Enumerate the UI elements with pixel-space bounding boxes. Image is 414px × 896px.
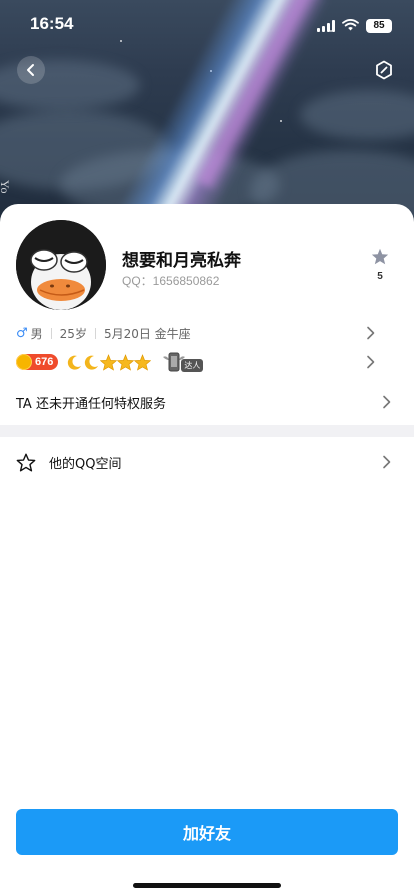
- qq-number: QQ：1656850862: [122, 274, 220, 288]
- chevron-right-icon: [383, 455, 391, 469]
- status-time: 16:54: [30, 14, 74, 33]
- cellular-signal-icon: [317, 19, 335, 32]
- daren-label: 达人: [181, 358, 204, 372]
- level-badge: 676: [16, 354, 59, 370]
- privilege-row[interactable]: TA 还未开通任何特权服务: [16, 393, 396, 412]
- home-indicator: [133, 883, 281, 888]
- basic-info-row[interactable]: ♂ 男 25岁 5月20日 金牛座: [16, 324, 396, 342]
- chevron-right-icon: [383, 395, 391, 409]
- moon-icon: [68, 355, 82, 370]
- age-text: 25岁: [59, 326, 87, 341]
- add-friend-button[interactable]: 加好友: [16, 809, 398, 855]
- like-count: 5: [377, 271, 383, 282]
- star-icon: [100, 353, 118, 371]
- star-icon: [134, 353, 152, 371]
- male-icon: ♂: [16, 325, 28, 341]
- cover-side-text: Yo: [0, 180, 12, 194]
- chevron-right-icon: [367, 355, 375, 369]
- star-outline-icon: [16, 453, 36, 472]
- star-icon: [117, 353, 135, 371]
- level-badge-value: 676: [35, 356, 54, 368]
- chevron-left-icon: [27, 64, 34, 76]
- like-button[interactable]: 5: [366, 248, 394, 282]
- daren-badge: 达人: [161, 351, 204, 373]
- star-filled-icon: [371, 248, 389, 265]
- privilege-text: TA 还未开通任何特权服务: [16, 397, 166, 412]
- birthday-text: 5月20日 金牛座: [103, 326, 191, 341]
- back-button[interactable]: [17, 56, 45, 84]
- profile-nickname: 想要和月亮私奔: [122, 251, 241, 271]
- avatar[interactable]: [16, 220, 106, 310]
- level-icons: [66, 353, 152, 371]
- profile-card: 想要和月亮私奔 QQ：1656850862 5 ♂ 男 25岁 5月20日 金牛…: [0, 204, 414, 896]
- hexagon-icon: [376, 60, 392, 80]
- qq-space-row[interactable]: 他的QQ空间: [16, 451, 396, 473]
- chevron-right-icon: [367, 326, 375, 340]
- wifi-icon: [342, 16, 359, 35]
- more-options-button[interactable]: [372, 58, 396, 82]
- divider: [94, 327, 96, 339]
- coin-icon: [16, 354, 32, 370]
- divider: [50, 327, 52, 339]
- gender-text: 男: [30, 326, 43, 341]
- section-divider: [0, 425, 414, 437]
- level-row[interactable]: 676 达人: [16, 351, 396, 373]
- qq-space-label: 他的QQ空间: [49, 456, 122, 472]
- status-bar: 16:54 85: [0, 0, 414, 48]
- battery-icon: 85: [366, 18, 392, 33]
- moon-icon: [85, 355, 99, 370]
